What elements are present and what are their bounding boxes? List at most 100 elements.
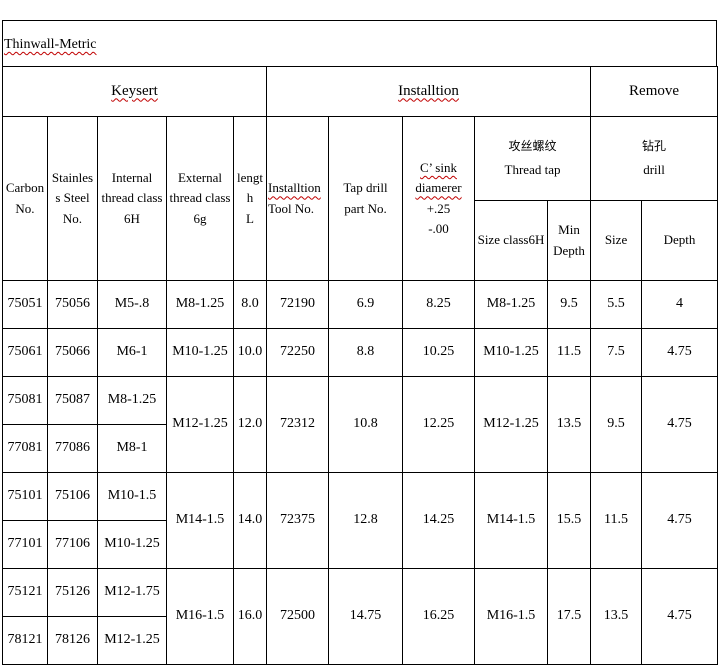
cell-depth: 4.75 [641, 376, 719, 473]
header-length: lengt h L [233, 116, 267, 281]
header-thread-tap-label: Thread tap [504, 161, 561, 177]
header-size: Size [590, 200, 643, 281]
header-csink-line: diamerer [415, 180, 462, 196]
header-length-line: L [246, 210, 254, 226]
header-carbon-line: No. [15, 200, 35, 216]
cell-size-class: M10-1.25 [474, 328, 548, 377]
table-row: 75051 75056 M5-.8 M8-1.25 8.0 72190 6.9 … [2, 280, 719, 329]
cell-size-class: M8-1.25 [474, 280, 548, 329]
cell-stainless: 75066 [47, 328, 98, 377]
header-tool-line: Installtion [268, 180, 321, 196]
cell-stainless: 77106 [47, 520, 98, 569]
cell-tool: 72250 [266, 328, 329, 377]
cell-csink: 10.25 [402, 328, 475, 377]
header-internal-line: Internal [111, 170, 153, 186]
group-installation: Installtion [265, 66, 592, 117]
cell-csink: 14.25 [402, 472, 475, 569]
cell-carbon: 75061 [2, 328, 48, 377]
cell-csink: 16.25 [402, 568, 475, 665]
header-size-label: Size [604, 232, 628, 248]
cell-external: M12-1.25 [166, 376, 234, 473]
cell-csink: 12.25 [402, 376, 475, 473]
cell-length: 8.0 [233, 280, 267, 329]
cell-stainless: 78126 [47, 616, 98, 665]
table-row: 75081 75087 M8-1.25 M12-1.25 12.0 72312 … [2, 376, 719, 473]
cell-tap-drill: 10.8 [328, 376, 403, 473]
group-remove: Remove [590, 66, 719, 117]
header-tap-drill-line: Tap drill [343, 180, 388, 196]
header-length-line: h [246, 190, 254, 206]
cell-stainless: 75087 [47, 376, 98, 425]
header-drill-label: drill [643, 161, 665, 177]
header-tap-drill-line: part No. [344, 200, 387, 216]
header-tool-no: Installtion Tool No. [266, 116, 329, 281]
cell-carbon: 75101 [2, 472, 48, 521]
cell-tap-drill: 12.8 [328, 472, 403, 569]
table-row: 75121 75126 M12-1.75 M16-1.5 16.0 72500 … [2, 568, 719, 665]
header-csink-line: -.00 [428, 220, 449, 236]
cell-internal: M12-1.75 [97, 568, 167, 617]
header-internal-line: 6H [124, 210, 140, 226]
page-title: Thinwall-Metric [4, 37, 97, 52]
cell-external: M10-1.25 [166, 328, 234, 377]
cell-tool: 72312 [266, 376, 329, 473]
cell-depth: 4.75 [641, 472, 719, 569]
cell-length: 14.0 [233, 472, 267, 569]
cell-size: 13.5 [590, 568, 643, 665]
cell-length: 16.0 [233, 568, 267, 665]
cell-stainless: 75056 [47, 280, 98, 329]
header-drill-cn: 钻孔 [642, 139, 667, 154]
cell-csink: 8.25 [402, 280, 475, 329]
header-external-thread: External thread class 6g [166, 116, 234, 281]
cell-length: 12.0 [233, 376, 267, 473]
header-stainless-line: s Steel [55, 190, 90, 206]
cell-min-depth: 9.5 [546, 280, 592, 329]
cell-size: 11.5 [590, 472, 643, 569]
cell-carbon: 75081 [2, 376, 48, 425]
group-installation-label: Installtion [398, 82, 459, 99]
cell-internal: M6-1 [97, 328, 167, 377]
header-size-class-label: Size class6H [477, 232, 545, 248]
cell-min-depth: 17.5 [546, 568, 592, 665]
cell-min-depth: 15.5 [546, 472, 592, 569]
group-remove-label: Remove [629, 82, 680, 99]
cell-stainless: 75126 [47, 568, 98, 617]
header-min-depth: Min Depth [546, 200, 592, 281]
cell-length: 10.0 [233, 328, 267, 377]
header-internal-thread: Internal thread class 6H [97, 116, 167, 281]
cell-internal: M5-.8 [97, 280, 167, 329]
cell-size: 5.5 [590, 280, 643, 329]
cell-internal: M8-1 [97, 424, 167, 473]
cell-carbon: 77081 [2, 424, 48, 473]
cell-tap-drill: 6.9 [328, 280, 403, 329]
header-min-depth-line: Depth [553, 242, 585, 258]
cell-size: 7.5 [590, 328, 643, 377]
cell-depth: 4.75 [641, 328, 719, 377]
cell-carbon: 75121 [2, 568, 48, 617]
header-stainless-line: Stainles [51, 170, 94, 186]
cell-external: M8-1.25 [166, 280, 234, 329]
header-csink: C’ sink diamerer +.25 -.00 [402, 116, 475, 281]
cell-size-class: M16-1.5 [474, 568, 548, 665]
header-size-class: Size class6H [474, 200, 548, 281]
header-thread-tap-cn: 攻丝螺纹 [508, 139, 557, 154]
cell-carbon: 75051 [2, 280, 48, 329]
header-stainless: Stainles s Steel No. [47, 116, 98, 281]
header-length-line: lengt [237, 170, 263, 186]
cell-internal: M10-1.25 [97, 520, 167, 569]
keysert-table: Keysert Installtion Remove Carbon No. St… [2, 66, 719, 665]
cell-depth: 4.75 [641, 568, 719, 665]
cell-size-class: M12-1.25 [474, 376, 548, 473]
header-external-line: 6g [193, 210, 207, 226]
cell-internal: M10-1.5 [97, 472, 167, 521]
header-depth: Depth [641, 200, 719, 281]
column-header-row-1: Carbon No. Stainles s Steel No. Internal… [2, 116, 719, 281]
cell-internal: M8-1.25 [97, 376, 167, 425]
header-thread-tap: 攻丝螺纹 Thread tap [473, 116, 592, 201]
header-tap-drill: Tap drill part No. [328, 116, 403, 281]
group-keysert-label: Keysert [111, 82, 158, 99]
cell-min-depth: 13.5 [546, 376, 592, 473]
cell-internal: M12-1.25 [97, 616, 167, 665]
header-depth-label: Depth [663, 232, 696, 248]
cell-min-depth: 11.5 [546, 328, 592, 377]
